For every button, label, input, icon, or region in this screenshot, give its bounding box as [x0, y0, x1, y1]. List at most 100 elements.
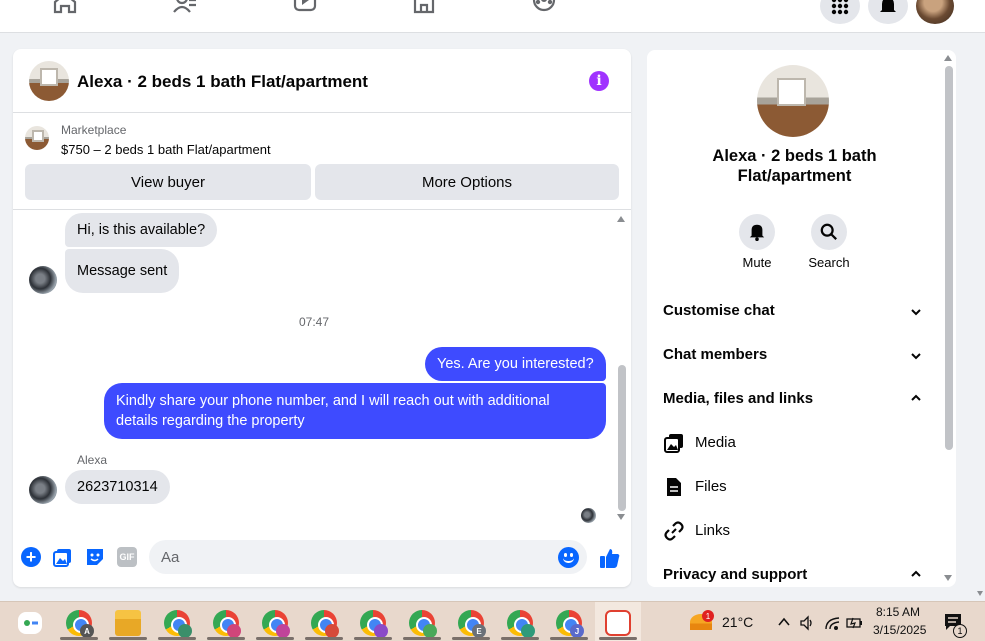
top-navigation: ⌄ — [0, 0, 985, 33]
profile-badge — [521, 624, 535, 638]
links-item[interactable]: Links — [695, 522, 730, 539]
info-icon[interactable]: i — [589, 71, 609, 91]
chrome-profile-icon[interactable] — [409, 610, 437, 638]
link-icon — [664, 521, 684, 541]
message-bubble-received[interactable]: 2623710314 — [65, 470, 170, 504]
menu-grid-icon[interactable] — [820, 0, 860, 24]
sender-name: Alexa — [77, 453, 108, 467]
chat-details-panel: Alexa · 2 beds 1 bath Flat/apartment Mut… — [647, 50, 956, 587]
message-bubble-received[interactable]: Hi, is this available? — [65, 213, 218, 247]
chrome-profile-icon[interactable] — [262, 610, 290, 638]
file-explorer-icon[interactable] — [115, 610, 141, 636]
marketplace-icon[interactable] — [411, 0, 437, 16]
message-timestamp: 07:47 — [298, 315, 330, 329]
active-indicator — [501, 637, 539, 640]
thumbs-up-icon[interactable] — [599, 547, 621, 569]
chrome-profile-icon[interactable] — [164, 610, 192, 638]
active-indicator — [403, 637, 441, 640]
mute-label: Mute — [742, 255, 772, 270]
active-indicator — [60, 637, 98, 640]
snipping-tool-icon[interactable] — [605, 610, 631, 636]
listing-thumbnail[interactable] — [25, 126, 49, 150]
active-indicator — [305, 637, 343, 640]
message-bubble-received[interactable]: Message sent — [65, 249, 180, 293]
profile-avatar[interactable]: ⌄ — [916, 0, 954, 24]
chrome-profile-icon[interactable] — [360, 610, 388, 638]
chevron-up-icon[interactable] — [910, 568, 922, 580]
chevron-up-icon[interactable] — [910, 392, 922, 404]
chevron-down-icon[interactable] — [910, 350, 922, 362]
chrome-profile-icon[interactable]: A — [66, 610, 94, 638]
chevron-up-icon[interactable] — [777, 616, 791, 628]
details-title: Alexa · 2 beds 1 bath Flat/apartment — [712, 147, 877, 185]
sticker-icon[interactable] — [85, 547, 105, 567]
scroll-up-arrow[interactable] — [617, 216, 625, 222]
media-item[interactable]: Media — [695, 434, 736, 451]
chevron-down-icon[interactable] — [910, 306, 922, 318]
wifi-icon[interactable] — [825, 615, 841, 631]
details-scroll-down-arrow[interactable] — [944, 575, 952, 581]
listing-price[interactable]: $750 – 2 beds 1 bath Flat/apartment — [61, 142, 271, 157]
view-buyer-button[interactable]: View buyer — [25, 164, 311, 200]
chat-title[interactable]: Alexa · 2 beds 1 bath Flat/apartment — [77, 72, 368, 92]
temperature[interactable]: 21°C — [722, 614, 753, 630]
scroll-down-arrow[interactable] — [617, 514, 625, 520]
battery-icon[interactable] — [846, 615, 864, 631]
clock-time[interactable]: 8:15 AM — [876, 605, 920, 619]
chrome-profile-icon[interactable]: E — [458, 610, 486, 638]
active-indicator — [109, 637, 147, 640]
message-list[interactable]: Hi, is this available? Message sent 07:4… — [13, 211, 631, 525]
section-media-files-links[interactable]: Media, files and links — [663, 390, 813, 407]
listing-avatar[interactable] — [29, 61, 69, 101]
gif-icon[interactable]: GIF — [117, 547, 137, 567]
search-button[interactable] — [811, 214, 847, 250]
active-indicator — [256, 637, 294, 640]
mute-button[interactable] — [739, 214, 775, 250]
details-scroll-up-arrow[interactable] — [944, 55, 952, 61]
weather-icon[interactable]: 1 — [690, 610, 714, 630]
profile-badge: A — [80, 624, 94, 638]
plus-icon[interactable]: + — [21, 547, 41, 567]
home-icon[interactable] — [52, 0, 78, 16]
page-scroll-down-arrow[interactable] — [977, 591, 983, 596]
chrome-profile-icon[interactable] — [507, 610, 535, 638]
message-bubble-sent[interactable]: Yes. Are you interested? — [425, 347, 606, 381]
details-scrollbar[interactable] — [945, 66, 953, 450]
active-indicator — [158, 637, 196, 640]
sender-avatar[interactable] — [29, 266, 57, 294]
chat-header: Alexa · 2 beds 1 bath Flat/apartment i — [13, 49, 631, 113]
files-item[interactable]: Files — [695, 478, 727, 495]
speaker-icon[interactable] — [799, 615, 815, 631]
photo-icon[interactable] — [53, 547, 73, 567]
section-chat-members[interactable]: Chat members — [663, 346, 767, 363]
message-input[interactable]: Aa — [149, 540, 587, 574]
search-label: Search — [808, 255, 850, 270]
chrome-profile-icon[interactable]: J — [556, 610, 584, 638]
video-icon[interactable] — [292, 0, 318, 16]
marketplace-label: Marketplace — [61, 123, 127, 137]
read-receipt-avatar — [581, 508, 596, 523]
active-indicator — [354, 637, 392, 640]
section-customise-chat[interactable]: Customise chat — [663, 302, 775, 319]
active-indicator — [452, 637, 490, 640]
taskbar: A E J 1 21°C 8:15 AM 3/15/2025 1 — [0, 601, 985, 641]
profile-badge — [178, 624, 192, 638]
message-bubble-sent[interactable]: Kindly share your phone number, and I wi… — [104, 383, 606, 439]
emoji-icon[interactable] — [558, 547, 579, 568]
chrome-profile-icon[interactable] — [311, 610, 339, 638]
profile-badge: E — [472, 624, 486, 638]
section-privacy-support[interactable]: Privacy and support — [663, 566, 807, 583]
listing-profile-image[interactable] — [757, 65, 829, 137]
active-indicator — [599, 637, 637, 640]
profile-badge — [374, 624, 388, 638]
notifications-bell-icon[interactable] — [868, 0, 908, 24]
message-scrollbar[interactable] — [618, 365, 626, 511]
groups-icon[interactable] — [531, 0, 557, 16]
clock-date[interactable]: 3/15/2025 — [873, 623, 926, 637]
copilot-icon[interactable] — [18, 612, 42, 634]
sender-avatar[interactable] — [29, 476, 57, 504]
notification-count: 1 — [953, 624, 967, 638]
more-options-button[interactable]: More Options — [315, 164, 619, 200]
chrome-profile-icon[interactable] — [213, 610, 241, 638]
friends-icon[interactable] — [172, 0, 198, 16]
